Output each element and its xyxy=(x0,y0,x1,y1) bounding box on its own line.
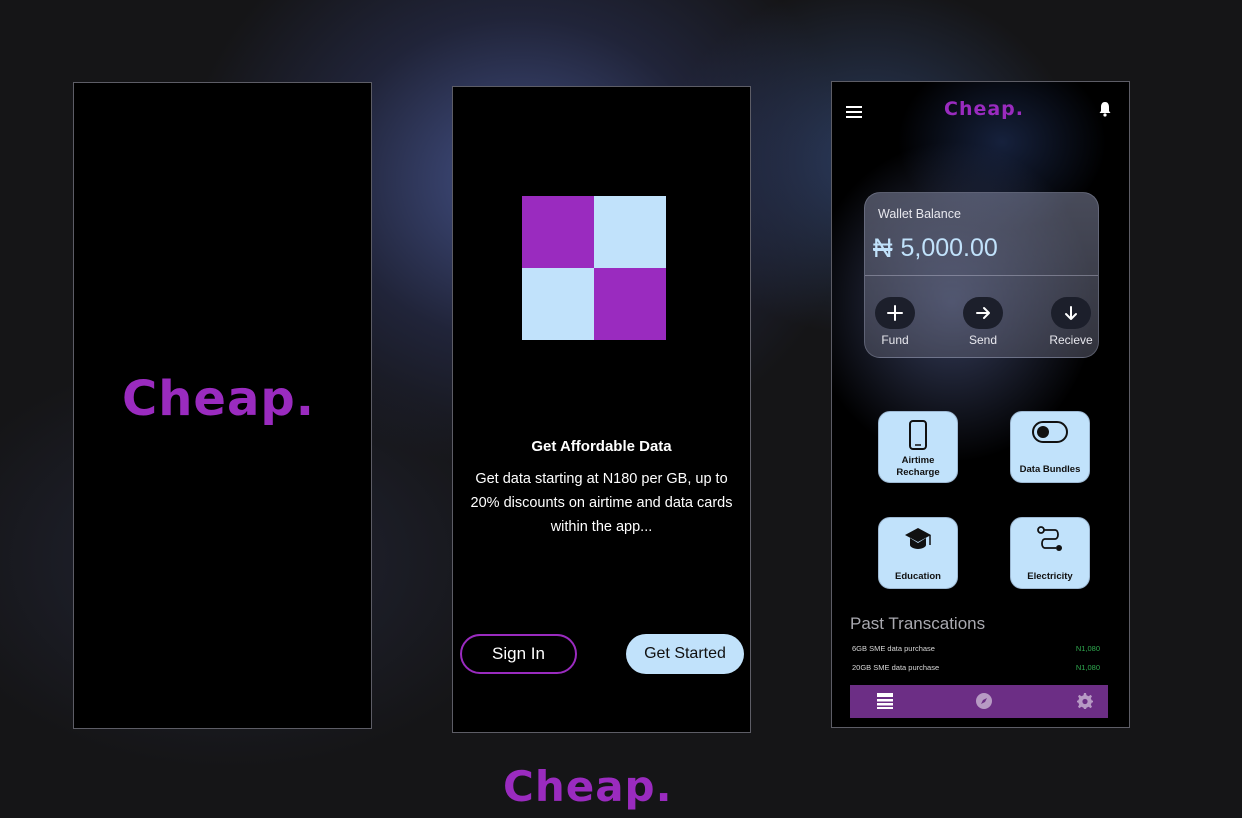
onboarding-screen: Get Affordable Data Get data starting at… xyxy=(452,86,751,733)
compass-icon[interactable] xyxy=(976,693,992,714)
gear-icon[interactable] xyxy=(1077,693,1093,714)
footer-logo: Cheap. xyxy=(503,762,673,811)
service-data-bundles[interactable]: Data Bundles xyxy=(1010,411,1090,483)
bell-icon[interactable] xyxy=(1098,101,1112,117)
service-label: Education xyxy=(895,571,941,582)
onboarding-description: Get data starting at N180 per GB, up to … xyxy=(470,471,733,535)
transaction-row[interactable]: 20GB SME data purchase N1,080 xyxy=(852,663,1100,672)
onboarding-illustration xyxy=(522,196,666,340)
dashboard-screen: Cheap. Wallet Balance ₦ 5,000.00 Fund Se… xyxy=(831,81,1130,728)
service-label: Airtime Recharge xyxy=(896,455,940,478)
route-icon xyxy=(1011,526,1089,554)
get-started-button[interactable]: Get Started xyxy=(626,634,744,674)
past-transactions-title: Past Transcations xyxy=(850,614,986,633)
arrow-right-icon xyxy=(963,297,1003,329)
service-airtime-recharge[interactable]: Airtime Recharge xyxy=(878,411,958,483)
wallet-divider xyxy=(865,275,1098,276)
graduation-cap-icon xyxy=(879,526,957,554)
transaction-amount: N1,080 xyxy=(1075,644,1100,653)
wallet-label: Wallet Balance xyxy=(878,207,961,221)
send-button[interactable]: Send xyxy=(953,297,1013,347)
wallet-card: Wallet Balance ₦ 5,000.00 Fund Send Reci… xyxy=(864,192,1099,358)
transaction-amount: N1,080 xyxy=(1075,663,1100,672)
service-electricity[interactable]: Electricity xyxy=(1010,517,1090,589)
fund-button[interactable]: Fund xyxy=(865,297,925,347)
transaction-name: 6GB SME data purchase xyxy=(852,644,935,653)
plus-icon xyxy=(875,297,915,329)
splash-screen: Cheap. xyxy=(73,82,372,729)
service-label: Electricity xyxy=(1027,571,1073,582)
app-logo: Cheap. xyxy=(944,98,1024,120)
send-label: Send xyxy=(968,333,998,347)
transaction-row[interactable]: 6GB SME data purchase N1,080 xyxy=(852,644,1100,653)
service-education[interactable]: Education xyxy=(878,517,958,589)
onboarding-title: Get Affordable Data xyxy=(531,438,672,455)
splash-logo: Cheap. xyxy=(122,371,315,427)
arrow-down-icon xyxy=(1051,297,1091,329)
toggle-icon xyxy=(1011,420,1089,448)
phone-icon xyxy=(879,420,957,450)
menu-icon[interactable] xyxy=(846,106,862,118)
sign-in-button[interactable]: Sign In xyxy=(460,634,577,674)
naira-symbol: ₦ xyxy=(873,233,893,263)
fund-label: Fund xyxy=(881,333,909,347)
receive-button[interactable]: Recieve xyxy=(1041,297,1101,347)
bottom-nav xyxy=(850,685,1108,718)
receive-label: Recieve xyxy=(1049,333,1093,347)
transaction-name: 20GB SME data purchase xyxy=(852,663,940,672)
wallet-balance: ₦ 5,000.00 xyxy=(873,233,998,264)
wallet-amount: 5,000.00 xyxy=(900,234,998,262)
list-icon[interactable] xyxy=(877,693,893,714)
service-label: Data Bundles xyxy=(1019,464,1081,475)
